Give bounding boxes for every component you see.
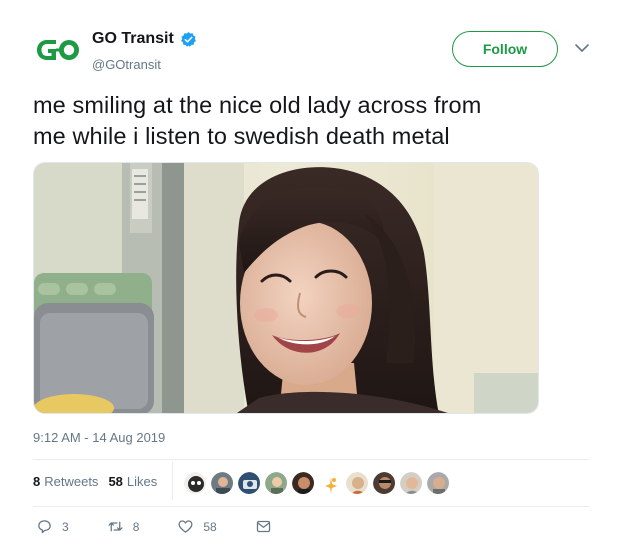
reply-button[interactable]: 3 (36, 518, 69, 535)
liker-avatar[interactable] (264, 471, 288, 495)
retweets-stat[interactable]: 8 Retweets (33, 474, 98, 489)
liker-avatar[interactable] (183, 471, 207, 495)
stats-separator (172, 462, 173, 500)
reply-icon (38, 520, 51, 534)
likes-label: Likes (126, 474, 158, 489)
liker-avatar[interactable] (291, 471, 315, 495)
verified-badge-icon (180, 31, 196, 47)
photo-illustration (34, 163, 538, 413)
likes-stat[interactable]: 58 Likes (108, 474, 157, 489)
divider (33, 459, 589, 460)
account-name-row[interactable]: GO Transit (92, 30, 197, 48)
chevron-down-icon[interactable] (574, 42, 590, 54)
tweet-text-line: me smiling at the nice old lady across f… (33, 92, 482, 118)
liker-avatar[interactable] (426, 471, 450, 495)
reply-count: 3 (62, 519, 69, 534)
go-transit-logo-icon[interactable] (36, 38, 80, 62)
liker-avatar[interactable] (399, 471, 423, 495)
display-name[interactable]: GO Transit (92, 30, 174, 48)
retweets-label: Retweets (44, 474, 99, 489)
direct-message-button[interactable] (255, 518, 272, 535)
liker-avatars (183, 471, 450, 495)
tweet-text-line: me while i listen to swedish death metal (33, 123, 450, 149)
retweet-count: 8 (132, 519, 140, 534)
envelope-icon (256, 520, 270, 533)
account-handle[interactable]: @GOtransit (92, 57, 161, 72)
liker-avatar[interactable] (210, 471, 234, 495)
liker-avatar[interactable] (237, 471, 261, 495)
liker-avatar[interactable] (318, 471, 342, 495)
liker-avatar[interactable] (345, 471, 369, 495)
retweets-count: 8 (33, 474, 41, 489)
retweet-button[interactable]: 8 (107, 518, 140, 535)
divider (33, 506, 589, 507)
liker-avatar[interactable] (372, 471, 396, 495)
tweet-photo[interactable] (33, 162, 539, 414)
follow-button[interactable]: Follow (452, 31, 558, 67)
like-button[interactable]: 58 (177, 518, 217, 535)
tweet-text: me smiling at the nice old lady across f… (33, 90, 593, 152)
like-count: 58 (203, 519, 217, 534)
likes-count: 58 (108, 474, 123, 489)
tweet-card: GO Transit @GOtransit Follow me smiling … (0, 0, 622, 560)
retweet-icon (108, 521, 123, 532)
tweet-timestamp[interactable]: 9:12 AM - 14 Aug 2019 (33, 430, 165, 445)
heart-icon (178, 520, 193, 533)
tweet-stats: 8 Retweets 58 Likes (33, 474, 167, 489)
tweet-actions: 3 8 58 (36, 518, 310, 535)
